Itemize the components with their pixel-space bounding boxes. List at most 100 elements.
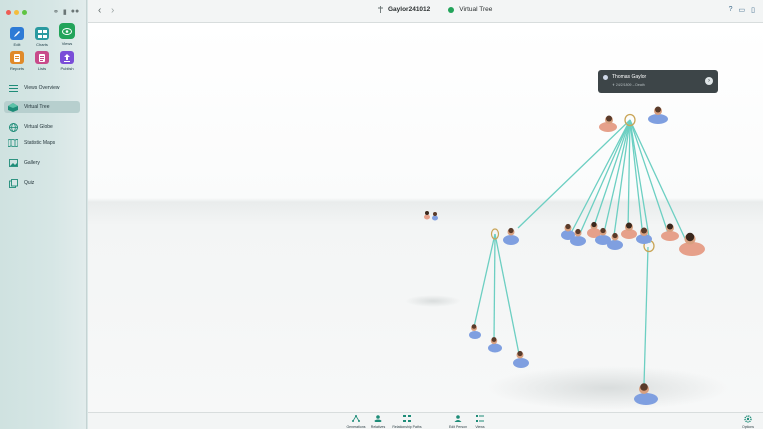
charts-label: Charts bbox=[36, 42, 48, 47]
window-title: Gaylor241012 Virtual Tree bbox=[378, 6, 492, 13]
pencil-icon bbox=[10, 27, 24, 40]
sidebar-item-virtual-globe[interactable]: Virtual Globe bbox=[4, 121, 80, 133]
floor-shadow bbox=[405, 295, 461, 307]
edit-person-button[interactable]: Edit Person bbox=[448, 415, 468, 429]
gallery-icon bbox=[8, 159, 18, 168]
edit-label: Edit bbox=[13, 42, 21, 47]
sidebar-item-label: Views Overview bbox=[24, 85, 60, 91]
person-figure[interactable] bbox=[587, 221, 601, 238]
virtual-tree-status-icon bbox=[448, 6, 455, 13]
person-tooltip[interactable]: Thomas Gaylor ✝ 24/2/1809 – Death › bbox=[598, 70, 718, 93]
person-figure[interactable] bbox=[648, 106, 668, 125]
options-button[interactable]: Options bbox=[739, 415, 757, 429]
generations-icon bbox=[352, 415, 360, 422]
views-label: Views bbox=[61, 41, 73, 46]
publish-icon bbox=[60, 51, 74, 64]
sidebar-toggle-icon[interactable]: ▯ bbox=[751, 6, 755, 14]
relatives-icon bbox=[374, 415, 382, 423]
generations-label: Generations bbox=[346, 425, 366, 429]
reports-icon bbox=[10, 51, 24, 64]
bookmark-icon[interactable]: ▮ bbox=[63, 8, 67, 16]
sidebar-item-views-overview[interactable]: Views Overview bbox=[4, 82, 80, 94]
person-figure[interactable] bbox=[661, 223, 679, 242]
publish-button[interactable]: Publish bbox=[55, 51, 79, 71]
sidebar-item-virtual-tree[interactable]: Virtual Tree bbox=[4, 101, 80, 113]
person-figure[interactable] bbox=[424, 211, 430, 220]
eye-icon bbox=[59, 23, 75, 39]
virtual-tree-icon bbox=[8, 102, 18, 112]
person-figure[interactable] bbox=[432, 212, 438, 221]
views-overview-icon bbox=[8, 84, 18, 93]
gear-icon bbox=[744, 415, 752, 423]
person-dates: ✝ 24/2/1809 – Death bbox=[612, 83, 645, 87]
back-button[interactable]: ‹ bbox=[98, 5, 101, 16]
map-icon bbox=[8, 139, 18, 148]
person-figure[interactable] bbox=[636, 227, 652, 245]
file-icon bbox=[378, 6, 383, 13]
forward-button[interactable]: › bbox=[111, 5, 114, 16]
bottom-toolbar: Generations Relatives Relationship Paths… bbox=[88, 412, 763, 429]
sidebar-top-tools: ⚭ ▮ ●● bbox=[53, 8, 79, 16]
person-avatar bbox=[603, 75, 608, 80]
person-name: Thomas Gaylor bbox=[612, 74, 647, 80]
zoom-window-button[interactable] bbox=[22, 10, 27, 15]
charts-icon bbox=[35, 27, 49, 40]
lists-button[interactable]: Lists bbox=[30, 51, 54, 71]
title-bar-actions: ? ▭ ▯ bbox=[729, 6, 755, 14]
views-icon bbox=[476, 415, 484, 422]
lists-icon bbox=[35, 51, 49, 64]
charts-button[interactable]: Charts bbox=[30, 27, 54, 47]
edit-button[interactable]: Edit bbox=[5, 27, 29, 47]
relatives-label: Relatives bbox=[370, 425, 386, 429]
sidebar-item-label: Gallery bbox=[24, 160, 40, 166]
edit-person-label: Edit Person bbox=[448, 425, 468, 429]
person-detail: 24/2/1809 – Death bbox=[615, 83, 645, 87]
window-layout-icon[interactable]: ▭ bbox=[739, 6, 746, 14]
view-name: Virtual Tree bbox=[459, 6, 493, 13]
person-figure[interactable] bbox=[469, 324, 481, 339]
publish-label: Publish bbox=[60, 66, 74, 71]
person-figure[interactable] bbox=[488, 337, 502, 353]
connector-lines bbox=[473, 119, 689, 386]
sidebar-item-gallery[interactable]: Gallery bbox=[4, 157, 80, 169]
lists-label: Lists bbox=[37, 66, 47, 71]
person-figure[interactable] bbox=[607, 232, 623, 250]
minimize-window-button[interactable] bbox=[14, 10, 19, 15]
title-bar: ‹ › Gaylor241012 Virtual Tree ? ▭ ▯ bbox=[88, 0, 763, 23]
views-toolbar-button[interactable]: Views bbox=[473, 415, 487, 429]
reports-button[interactable]: Reports bbox=[5, 51, 29, 71]
person-figure[interactable] bbox=[621, 222, 637, 240]
relationship-paths-label: Relationship Paths bbox=[392, 425, 422, 429]
close-window-button[interactable] bbox=[6, 10, 11, 15]
sidebar-item-label: Statistic Maps bbox=[24, 140, 56, 146]
edit-person-icon bbox=[454, 415, 462, 422]
link-icon[interactable]: ⚭ bbox=[53, 8, 59, 16]
floor-shadow bbox=[488, 366, 728, 410]
sidebar: ⚭ ▮ ●● Edit Charts Views Reports Lists P… bbox=[0, 0, 87, 429]
generations-button[interactable]: Generations bbox=[346, 415, 366, 429]
quiz-icon bbox=[8, 178, 18, 188]
file-name: Gaylor241012 bbox=[388, 6, 431, 13]
relatives-button[interactable]: Relatives bbox=[369, 415, 387, 429]
person-figure[interactable] bbox=[679, 232, 705, 256]
virtual-tree-canvas[interactable]: Thomas Gaylor ✝ 24/2/1809 – Death › bbox=[88, 23, 763, 412]
sidebar-item-statistic-maps[interactable]: Statistic Maps bbox=[4, 137, 80, 149]
sidebar-item-label: Quiz bbox=[24, 180, 35, 186]
options-label: Options bbox=[741, 425, 755, 429]
relationship-paths-icon bbox=[403, 415, 411, 422]
views-label: Views bbox=[475, 425, 485, 429]
sidebar-item-label: Virtual Globe bbox=[24, 124, 53, 130]
sidebar-item-label: Virtual Tree bbox=[24, 104, 50, 110]
views-button[interactable]: Views bbox=[55, 23, 79, 46]
help-icon[interactable]: ? bbox=[729, 6, 733, 14]
person-figure[interactable] bbox=[513, 350, 529, 368]
globe-icon bbox=[8, 122, 18, 132]
reports-label: Reports bbox=[9, 66, 24, 71]
relationship-paths-button[interactable]: Relationship Paths bbox=[390, 415, 424, 429]
people-icon[interactable]: ●● bbox=[71, 8, 79, 16]
window-controls bbox=[6, 10, 27, 15]
chevron-right-icon[interactable]: › bbox=[705, 77, 713, 85]
sidebar-item-quiz[interactable]: Quiz bbox=[4, 177, 80, 189]
person-figure[interactable] bbox=[503, 227, 519, 245]
person-figure[interactable] bbox=[599, 115, 617, 133]
